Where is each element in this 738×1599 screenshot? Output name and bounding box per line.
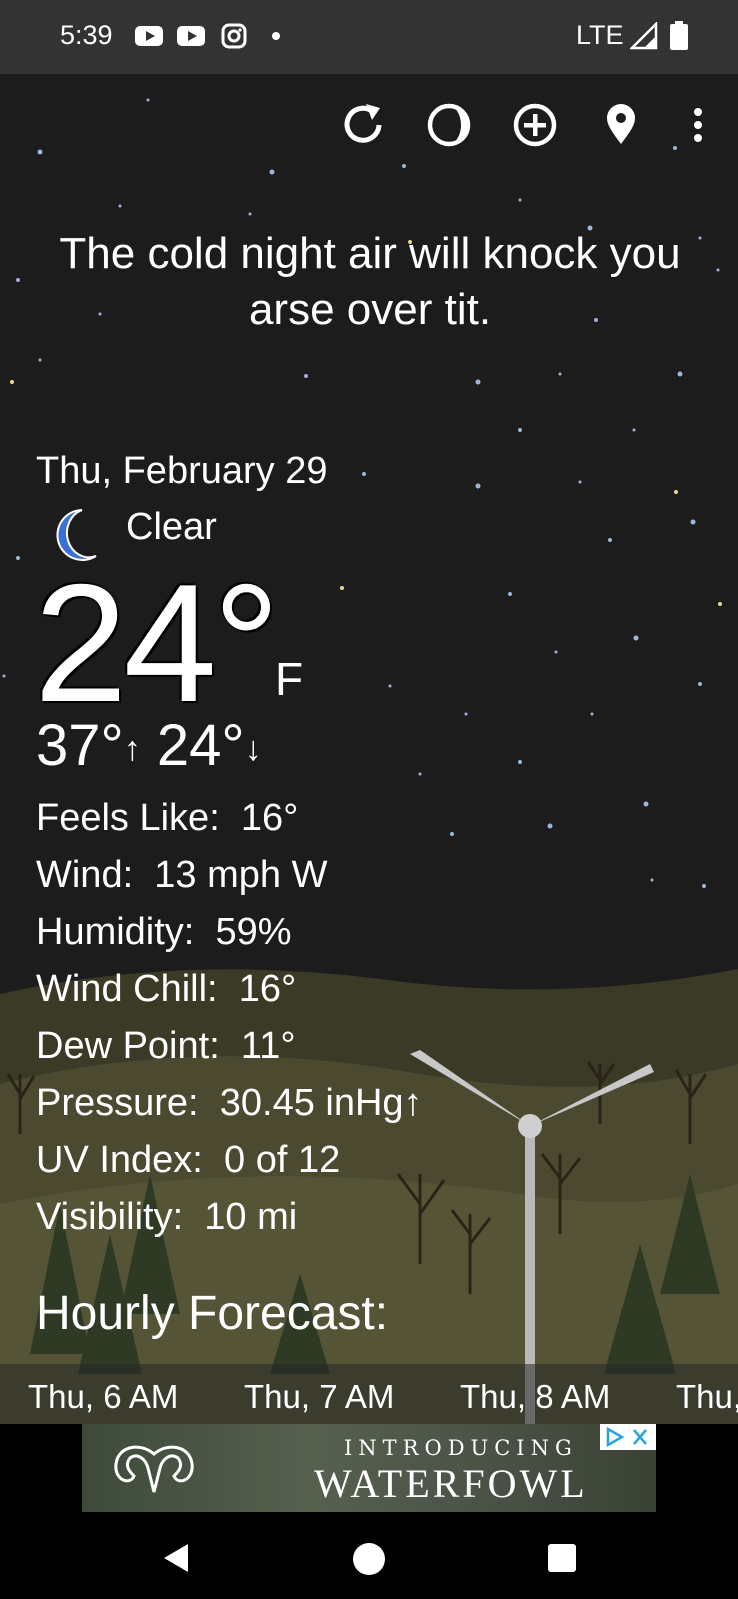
detail-label: Dew Point:: [36, 1025, 220, 1067]
system-navigation-bar: [0, 1516, 738, 1599]
current-temperature: 24°: [34, 549, 280, 737]
ad-banner[interactable]: INTRODUCING WATERFOWL: [82, 1424, 656, 1512]
refresh-icon[interactable]: [336, 98, 390, 152]
weather-details: Feels Like: 16° Wind: 13 mph W Humidity:…: [36, 790, 423, 1246]
condition-text: Clear: [126, 506, 217, 548]
hourly-forecast-list[interactable]: Thu, 6 AM Thu, 7 AM Thu, 8 AM Thu,: [0, 1364, 738, 1424]
detail-value: 13 mph W: [154, 854, 328, 896]
ram-skull-logo-icon: [114, 1445, 194, 1493]
ad-area: INTRODUCING WATERFOWL: [0, 1424, 738, 1516]
detail-label: Pressure:: [36, 1082, 199, 1124]
network-type: LTE: [576, 20, 624, 50]
high-temp: 37°: [36, 713, 124, 778]
weather-tagline: The cold night air will knock you arse o…: [59, 229, 681, 334]
hourly-item[interactable]: Thu, 7 AM: [244, 1378, 394, 1416]
detail-label: Wind Chill:: [36, 968, 218, 1010]
dot-icon: [272, 32, 280, 40]
detail-wind-chill: Wind Chill: 16°: [36, 961, 423, 1018]
add-location-icon[interactable]: [508, 98, 562, 152]
detail-label: UV Index:: [36, 1139, 203, 1181]
detail-pressure: Pressure: 30.45 inHg↑: [36, 1075, 423, 1132]
youtube-icon: [177, 26, 205, 46]
signal-icon: [630, 22, 658, 50]
detail-wind: Wind: 13 mph W: [36, 847, 423, 904]
ad-title: WATERFOWL: [314, 1461, 588, 1506]
detail-label: Wind:: [36, 854, 134, 896]
location-pin-icon[interactable]: [594, 98, 648, 152]
detail-value: 30.45 inHg↑: [219, 1082, 423, 1124]
hourly-item[interactable]: Thu, 8 AM: [460, 1378, 610, 1416]
home-icon[interactable]: [352, 1542, 386, 1576]
instagram-icon: [221, 23, 247, 49]
detail-visibility: Visibility: 10 mi: [36, 1189, 423, 1246]
detail-humidity: Humidity: 59%: [36, 904, 423, 961]
youtube-icon: [135, 26, 163, 46]
detail-value: 0 of 12: [224, 1139, 341, 1181]
battery-icon: [670, 21, 688, 50]
weather-app-screen: 5:39 LTE The cold night air will knock y…: [0, 0, 738, 1599]
status-time: 5:39: [60, 20, 113, 50]
high-low-temps: 37°↑ 24°↓: [36, 712, 262, 779]
hourly-item[interactable]: Thu, 6 AM: [28, 1378, 178, 1416]
detail-uv-index: UV Index: 0 of 12: [36, 1132, 423, 1189]
hourly-item[interactable]: Thu,: [676, 1378, 738, 1416]
detail-label: Humidity:: [36, 911, 195, 953]
status-bar: 5:39 LTE: [0, 0, 738, 74]
hourly-forecast-title: Hourly Forecast:: [36, 1287, 389, 1340]
low-temp: 24°: [156, 713, 245, 778]
ad-choices-icon[interactable]: [600, 1424, 656, 1450]
detail-dew-point: Dew Point: 11°: [36, 1018, 423, 1075]
ad-headline: INTRODUCING: [344, 1436, 578, 1460]
down-arrow-icon: ↓: [244, 730, 262, 769]
up-arrow-icon: ↑: [123, 730, 141, 769]
more-options-icon[interactable]: [676, 98, 720, 152]
detail-value: 16°: [240, 797, 299, 839]
detail-feels-like: Feels Like: 16°: [36, 790, 423, 847]
detail-label: Feels Like:: [36, 797, 220, 839]
detail-value: 10 mi: [204, 1196, 298, 1238]
detail-label: Visibility:: [36, 1196, 184, 1238]
detail-value: 11°: [240, 1025, 296, 1067]
current-date: Thu, February 29: [36, 450, 328, 492]
back-icon[interactable]: [160, 1542, 192, 1574]
moon-phase-icon[interactable]: [422, 98, 476, 152]
detail-value: 16°: [238, 968, 297, 1010]
recents-icon[interactable]: [548, 1544, 576, 1572]
temperature-unit: F: [275, 653, 304, 705]
detail-value: 59%: [215, 911, 292, 953]
